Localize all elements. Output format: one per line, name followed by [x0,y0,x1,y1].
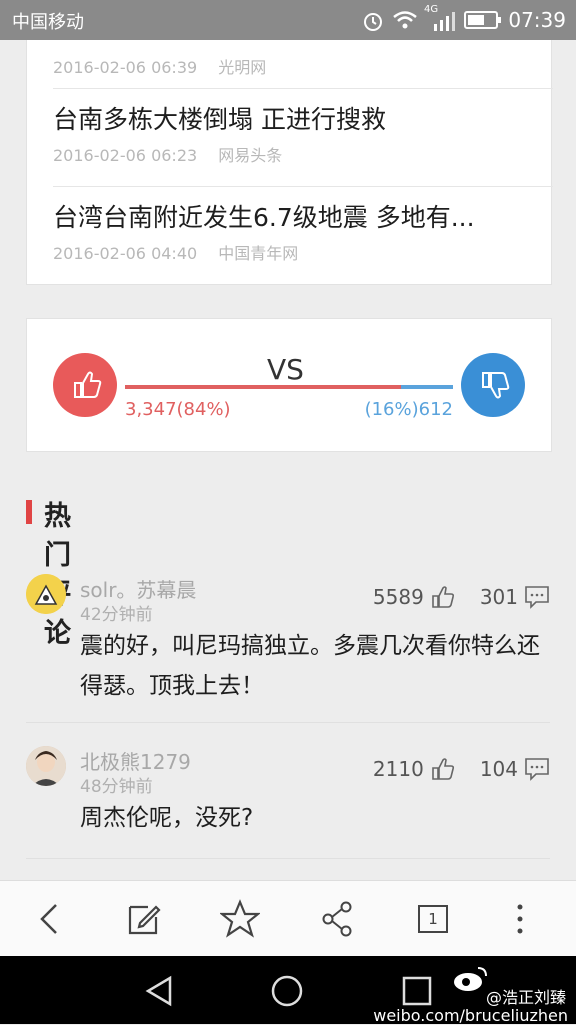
comment-text: 震的好，叫尼玛搞独立。多震几次看你特么还得瑟。顶我上去！ [80,633,540,699]
thumbs-up-icon [74,371,102,398]
news-meta: 2016-02-06 06:39 光明网 [53,54,523,78]
battery-icon [464,11,501,29]
dislike-button[interactable] [461,353,525,417]
clock: 07:39 [508,8,566,32]
nav-back-icon[interactable] [142,974,176,1008]
comment-item: 北极熊1279 48分钟前 2110 104 周杰伦呢，没死? [26,746,550,846]
thumbs-up-icon[interactable] [430,756,456,782]
news-date: 2016-02-06 06:23 [53,146,198,165]
news-source: 网易头条 [218,146,283,165]
avatar[interactable] [26,574,66,614]
comment-time: 42分钟前 [80,605,153,625]
nav-recents-icon[interactable] [400,974,434,1008]
comment-stats: 5589 301 [373,584,550,610]
news-title: 台湾台南附近发生6.7级地震 多地有... [53,203,475,232]
divider [53,186,553,187]
avatar[interactable] [26,746,66,786]
vs-label: VS [267,353,304,386]
comment-username[interactable]: 北极熊1279 [80,746,191,775]
section-accent-bar [26,500,32,524]
watermark-handle: @浩正刘臻 [485,988,566,1007]
comment-time: 48分钟前 [80,777,153,797]
news-date: 2016-02-06 04:40 [53,244,198,263]
thumbs-up-icon[interactable] [430,584,456,610]
more-menu-icon[interactable] [500,899,540,939]
bottom-toolbar: 1 [0,880,576,957]
news-item[interactable]: 台南多栋大楼倒塌 正进行搜救 2016-02-06 06:23 网易头条 [53,100,523,166]
comment-icon[interactable] [524,756,550,782]
like-count: 3,347(84%) [125,399,231,420]
news-source: 中国青年网 [218,244,299,263]
related-news-card: 2016-02-06 06:39 光明网 台南多栋大楼倒塌 正进行搜救 2016… [26,40,553,285]
pages-button[interactable]: 1 [414,899,454,939]
weibo-logo-icon [454,967,487,991]
wifi-icon [393,11,417,29]
news-item[interactable]: 台湾台南附近发生6.7级地震 多地有... 2016-02-06 04:40 中… [53,198,523,264]
like-button[interactable] [53,353,117,417]
vote-card: VS 3,347(84%) (16%)612 [26,318,552,452]
like-count: 2110 [372,757,424,781]
reply-count: 301 [479,585,518,609]
news-meta: 2016-02-06 06:23 网易头条 [53,142,523,166]
share-icon[interactable] [318,899,358,939]
comment-item: solr。苏幕晨 42分钟前 5589 301 震的好，叫尼玛搞独立。多震几次看… [26,574,550,704]
star-icon[interactable] [220,899,260,939]
avatar-image [26,746,66,786]
divider [26,722,550,723]
dislike-count: (16%)612 [364,399,453,420]
edit-icon[interactable] [124,899,164,939]
dislike-ratio-bar [401,385,453,389]
like-count: 5589 [372,585,424,609]
page-count: 1 [418,905,448,933]
divider [26,858,550,859]
nav-home-icon[interactable] [270,974,304,1008]
signal-icon [434,12,455,31]
news-meta: 2016-02-06 04:40 中国青年网 [53,240,523,264]
carrier-name: 中国移动 [12,12,84,33]
news-title: 台南多栋大楼倒塌 正进行搜救 [53,105,386,134]
thumbs-down-icon [482,372,510,399]
divider [53,88,553,89]
news-date: 2016-02-06 06:39 [53,58,198,77]
avatar-image [26,574,66,614]
comment-stats: 2110 104 [373,756,550,782]
alarm-icon [364,13,382,31]
status-bar: 中国移动 4G 07:39 [0,0,576,40]
news-source: 光明网 [218,58,267,77]
like-ratio-bar [125,385,401,389]
watermark-url: weibo.com/bruceliuzhen [373,1006,568,1025]
back-arrow-icon[interactable] [30,899,70,939]
comment-icon[interactable] [524,584,550,610]
reply-count: 104 [479,757,518,781]
news-item[interactable]: 2016-02-06 06:39 光明网 [53,48,523,78]
comment-text: 周杰伦呢，没死? [80,805,254,831]
comment-username[interactable]: solr。苏幕晨 [80,574,196,603]
